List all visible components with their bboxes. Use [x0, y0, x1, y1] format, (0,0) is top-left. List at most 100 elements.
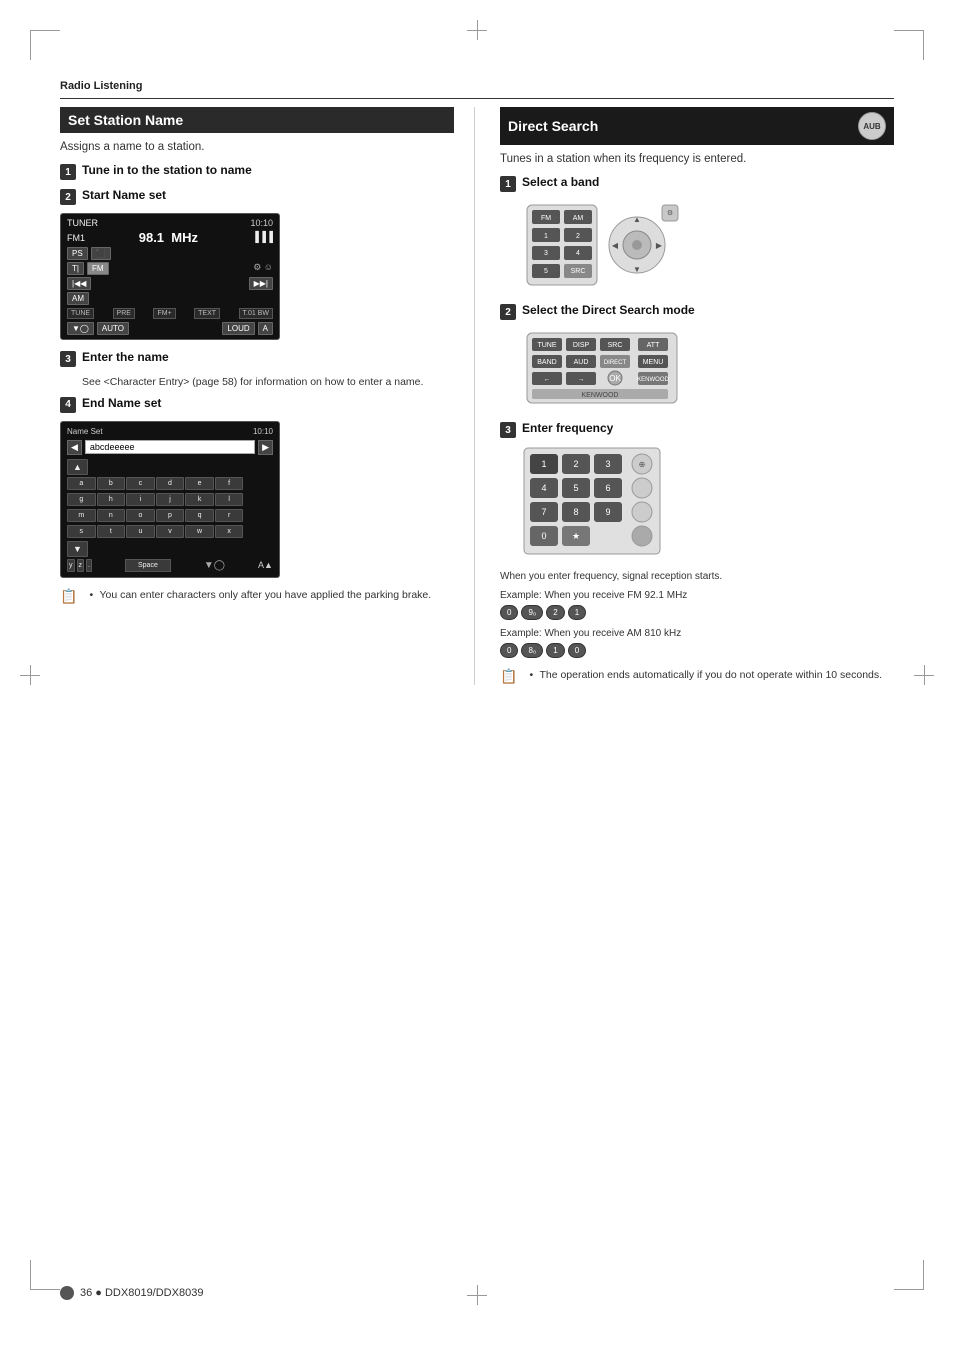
key-r: r: [215, 509, 244, 522]
svg-text:▼: ▼: [633, 265, 641, 274]
tuner-signal-icon: ▐▐▐: [252, 232, 273, 243]
key-s: s: [67, 525, 96, 538]
svg-text:★: ★: [572, 531, 580, 541]
corner-mark-tl: [30, 30, 60, 60]
tuner-freq-row: FM1 98.1 MHz ▐▐▐: [67, 230, 273, 245]
step-4-num: 4: [60, 397, 76, 413]
am-key-0b: 0: [568, 643, 586, 658]
nameset-arrow-right: ▶: [258, 440, 273, 455]
key-dot: .: [86, 559, 92, 572]
keyboard-row-1: a b c d e f: [67, 477, 273, 490]
bullet-list-left: You can enter characters only after you …: [89, 588, 431, 604]
svg-text:▶: ▶: [656, 241, 663, 250]
ds-step-3: 3 Enter frequency: [500, 421, 894, 438]
fm-key-2: 2₞: [546, 605, 564, 620]
nameset-screen: Name Set 10:10 ◀ abcdeeeee ▶ ▲ a b c d: [60, 421, 280, 578]
tuner-fm-btn: FM: [87, 262, 109, 275]
key-u: u: [126, 525, 155, 538]
am-key-0: 0: [500, 643, 518, 658]
tuner-t01bw-btn: T.01 BW: [239, 308, 273, 319]
svg-text:7: 7: [541, 507, 546, 517]
nameset-time: 10:10: [253, 427, 273, 436]
svg-text:MENU: MENU: [643, 359, 664, 366]
key-g: g: [67, 493, 96, 506]
svg-text:2: 2: [573, 459, 578, 469]
nameset-vol-icon: ▼◯: [204, 560, 225, 571]
svg-text:KENWOOD: KENWOOD: [582, 392, 619, 399]
key-t: t: [97, 525, 126, 538]
example-am-keys: 0 8₀ 1 0: [500, 643, 894, 658]
step-3-label: Enter the name: [82, 350, 169, 364]
center-mark-top: [467, 20, 487, 40]
section-divider: [60, 98, 894, 99]
key-m: m: [67, 509, 96, 522]
center-mark-left: [20, 665, 40, 685]
ds-step-1-num: 1: [500, 176, 516, 192]
key-h: h: [97, 493, 126, 506]
fm-key-0: 0: [500, 605, 518, 620]
svg-text:OK: OK: [609, 374, 621, 383]
note-icon-left: 📋: [60, 588, 77, 605]
tuner-auto-row: ▼◯ AUTO LOUD A: [67, 322, 273, 335]
key-b: b: [97, 477, 126, 490]
corner-mark-br: [894, 1260, 924, 1290]
tuner-rds-icon: ⬛: [91, 247, 111, 260]
svg-text:BAND: BAND: [537, 359, 556, 366]
step-1-num: 1: [60, 164, 76, 180]
key-y: y: [67, 559, 75, 572]
page-num-bullet: [60, 1286, 74, 1300]
center-mark-right: [914, 665, 934, 685]
keyboard-row-2: g h i j k l: [67, 493, 273, 506]
svg-text:ATT: ATT: [647, 342, 660, 349]
svg-text:SRC: SRC: [608, 342, 623, 349]
tuner-text-btn: TEXT: [194, 308, 220, 319]
svg-text:6: 6: [605, 483, 610, 493]
tuner-prev-btn: |◀◀: [67, 277, 91, 290]
svg-text:DIRECT: DIRECT: [604, 360, 627, 366]
key-p: p: [156, 509, 185, 522]
key-e1: e: [185, 477, 214, 490]
key-up-arrow: ▲: [67, 459, 88, 475]
key-x: x: [215, 525, 244, 538]
direct-search-label: Direct Search: [508, 118, 598, 134]
svg-text:⚙: ⚙: [667, 209, 673, 217]
direct-search-subtitle: Tunes in a station when its frequency is…: [500, 153, 894, 165]
svg-text:◀: ◀: [612, 241, 619, 250]
band-select-remote: FM AM 1 2 3 4 5 SRC ▲ ▼ ◀ ▶: [522, 200, 894, 293]
svg-text:1: 1: [544, 233, 548, 240]
nameset-a-icon: A▲: [258, 560, 273, 570]
keyboard-row-3: m n o p q r: [67, 509, 273, 522]
tuner-band-row: PS ⬛: [67, 247, 273, 260]
set-station-name-column: Set Station Name Assigns a name to a sta…: [60, 107, 475, 685]
set-station-name-subtitle: Assigns a name to a station.: [60, 141, 454, 153]
note-bullet-right-1: The operation ends automatically if you …: [529, 668, 882, 684]
svg-text:AM: AM: [573, 215, 584, 222]
svg-text:SRC: SRC: [571, 268, 586, 275]
tuner-label: TUNER: [67, 218, 98, 228]
section-header: Radio Listening: [60, 80, 894, 92]
key-spacer3: [244, 509, 273, 522]
direct-search-column: Direct Search AUB Tunes in a station whe…: [495, 107, 894, 685]
corner-mark-bl: [30, 1260, 60, 1290]
step-1-label: Tune in to the station to name: [82, 163, 252, 177]
tuner-bottom-row: TUNE PRE FM+ TEXT T.01 BW: [67, 308, 273, 319]
page-content: Radio Listening Set Station Name Assigns…: [60, 80, 894, 1270]
tuner-fmplus-btn: FM+: [153, 308, 175, 319]
bullet-list-right: The operation ends automatically if you …: [529, 668, 882, 684]
step-2-label: Start Name set: [82, 188, 166, 202]
tuner-nav-row: |◀◀ ▶▶|: [67, 277, 273, 290]
svg-text:8: 8: [573, 507, 578, 517]
tuner-station: FM1: [67, 233, 85, 243]
key-spacer2: [244, 493, 273, 506]
step-3-subtext: See <Character Entry> (page 58) for info…: [82, 375, 454, 390]
tuner-ps-btn: PS: [67, 247, 88, 260]
key-n: n: [97, 509, 126, 522]
step-4: 4 End Name set: [60, 396, 454, 413]
svg-text:4: 4: [541, 483, 546, 493]
footer-text: 36 ● DDX8019/DDX8039: [80, 1287, 203, 1299]
tuner-vol-down: ▼◯: [67, 322, 94, 335]
tuner-a-btn: A: [258, 322, 273, 335]
key-a: a: [67, 477, 96, 490]
am-key-8: 8₀: [521, 643, 543, 658]
tuner-pre-btn: PRE: [113, 308, 135, 319]
